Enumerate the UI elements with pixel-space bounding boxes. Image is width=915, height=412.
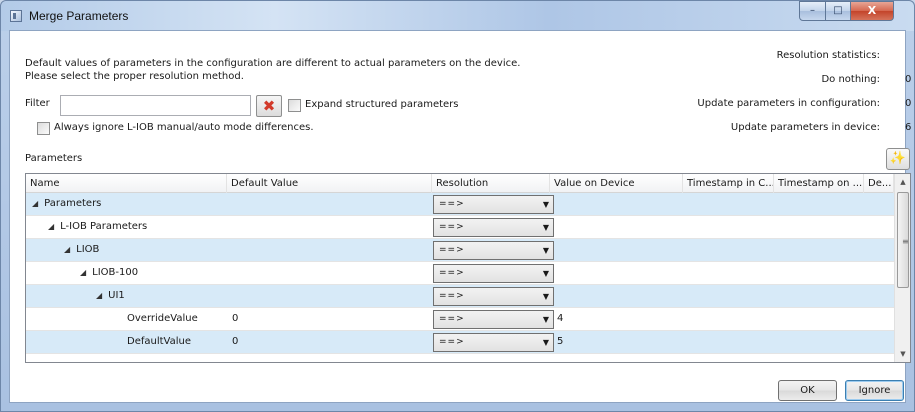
collapse-arrow-icon[interactable]: ◢ — [48, 222, 54, 231]
stat-label-do-nothing: Do nothing: — [821, 74, 880, 85]
parameters-grid: Name Default Value Resolution Value on D… — [25, 173, 911, 363]
stats-title: Resolution statistics: — [776, 50, 880, 61]
minimize-button[interactable]: – — [799, 1, 826, 21]
grip-icon: ≡ — [902, 237, 909, 246]
auto-resolve-button[interactable]: ✨ — [886, 148, 910, 170]
stat-label-update-config: Update parameters in configuration: — [697, 98, 880, 109]
dropdown-arrow-icon: ▼ — [542, 200, 549, 209]
column-header-timestamp-device[interactable]: Timestamp on ... — [774, 174, 864, 193]
scroll-up-icon[interactable]: ▲ — [895, 174, 910, 190]
ignore-button[interactable]: Ignore — [845, 380, 904, 401]
device-value-cell: 5 — [557, 336, 564, 347]
dropdown-arrow-icon: ▼ — [542, 292, 549, 301]
ignore-mode-differences-checkbox[interactable] — [37, 122, 50, 135]
scroll-down-icon[interactable]: ▼ — [895, 346, 910, 362]
table-row[interactable]: ◢ LIOB-100 ==> ▼ — [26, 262, 894, 285]
collapse-arrow-icon[interactable]: ◢ — [96, 291, 102, 300]
stat-value-update-config: 0 — [905, 98, 912, 109]
filter-label: Filter — [25, 98, 50, 109]
resolution-dropdown[interactable]: ==> ▼ — [433, 241, 554, 260]
scrollbar-thumb[interactable]: ≡ — [897, 192, 909, 288]
dropdown-arrow-icon: ▼ — [542, 246, 549, 255]
info-text-line1: Default values of parameters in the conf… — [25, 58, 521, 69]
clear-x-icon: ✖ — [262, 97, 276, 115]
dropdown-arrow-icon: ▼ — [542, 269, 549, 278]
table-row[interactable]: DefaultValue 0 ==> ▼ 5 — [26, 331, 894, 354]
dropdown-arrow-icon: ▼ — [542, 315, 549, 324]
clear-filter-button[interactable]: ✖ — [256, 95, 282, 117]
column-header-timestamp-config[interactable]: Timestamp in C... — [683, 174, 774, 193]
ignore-mode-differences-label: Always ignore L-IOB manual/auto mode dif… — [54, 122, 314, 133]
stat-value-update-device: 6 — [905, 122, 912, 133]
collapse-arrow-icon[interactable]: ◢ — [80, 268, 86, 277]
collapse-arrow-icon[interactable]: ◢ — [32, 199, 38, 208]
close-button[interactable]: X — [850, 1, 894, 21]
table-row[interactable]: ◢ LIOB ==> ▼ — [26, 239, 894, 262]
maximize-button[interactable]: □ — [825, 1, 851, 21]
resolution-dropdown[interactable]: ==> ▼ — [433, 310, 554, 329]
table-row[interactable]: ◢ L-IOB Parameters ==> ▼ — [26, 216, 894, 239]
parameters-section-label: Parameters — [25, 153, 83, 164]
table-row[interactable]: ◢ UI1 ==> ▼ — [26, 285, 894, 308]
default-value-cell: 0 — [232, 336, 239, 347]
column-header-description[interactable]: De... — [864, 174, 894, 193]
tree-node-name: ◢ Parameters — [32, 198, 102, 209]
window-icon — [10, 10, 22, 22]
table-row[interactable]: OverrideValue 0 ==> ▼ 4 — [26, 308, 894, 331]
tree-node-name: ◢ L-IOB Parameters — [48, 221, 148, 232]
stat-value-do-nothing: 0 — [905, 74, 912, 85]
expand-structured-label: Expand structured parameters — [305, 99, 459, 110]
window-title: Merge Parameters — [29, 9, 129, 23]
tree-node-name: ◢ LIOB — [64, 244, 100, 255]
column-header-resolution[interactable]: Resolution — [432, 174, 550, 193]
column-header-value-on-device[interactable]: Value on Device — [550, 174, 683, 193]
column-header-default-value[interactable]: Default Value — [227, 174, 432, 193]
tree-node-name: ◢ UI1 — [96, 290, 125, 301]
tree-node-name: ◢ LIOB-100 — [80, 267, 139, 278]
filter-input[interactable] — [60, 95, 251, 116]
default-value-cell: 0 — [232, 313, 239, 324]
stat-label-update-device: Update parameters in device: — [730, 122, 880, 133]
column-header-name[interactable]: Name — [26, 174, 227, 193]
grid-header: Name Default Value Resolution Value on D… — [26, 174, 894, 193]
resolution-dropdown[interactable]: ==> ▼ — [433, 264, 554, 283]
device-value-cell: 4 — [557, 313, 564, 324]
resolution-dropdown[interactable]: ==> ▼ — [433, 287, 554, 306]
resolution-dropdown[interactable]: ==> ▼ — [433, 218, 554, 237]
resolution-dropdown[interactable]: ==> ▼ — [433, 195, 554, 214]
parameter-name: OverrideValue — [127, 313, 198, 324]
resolution-dropdown[interactable]: ==> ▼ — [433, 333, 554, 352]
dropdown-arrow-icon: ▼ — [542, 223, 549, 232]
vertical-scrollbar[interactable]: ▲ ≡ ▼ — [894, 174, 910, 362]
expand-structured-checkbox[interactable] — [288, 99, 301, 112]
parameter-name: DefaultValue — [127, 336, 191, 347]
collapse-arrow-icon[interactable]: ◢ — [64, 245, 70, 254]
ok-button[interactable]: OK — [778, 380, 837, 401]
table-row[interactable]: ◢ Parameters ==> ▼ — [26, 193, 894, 216]
magic-wand-icon: ✨ — [889, 151, 907, 166]
title-bar[interactable]: Merge Parameters – □ X — [1, 1, 914, 31]
info-text-line2: Please select the proper resolution meth… — [25, 71, 244, 82]
dropdown-arrow-icon: ▼ — [542, 338, 549, 347]
